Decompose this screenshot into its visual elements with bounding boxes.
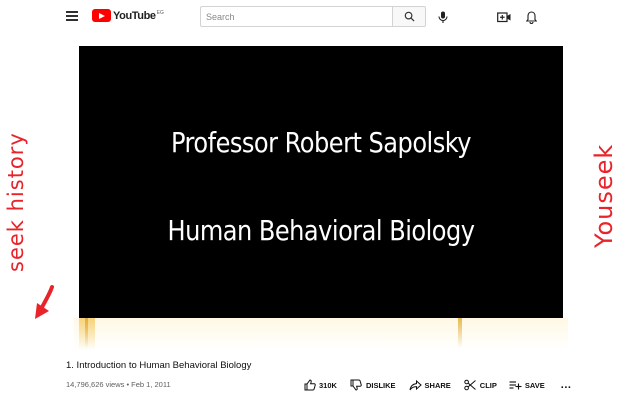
create-button[interactable] — [497, 10, 511, 24]
video-frame-title-line2: Human Behavioral Biology — [167, 214, 475, 247]
playlist-add-icon — [509, 379, 522, 392]
share-button[interactable]: SHARE — [409, 379, 451, 392]
video-frame-title-line1: Professor Robert Sapolsky — [170, 126, 472, 159]
mic-icon — [438, 11, 448, 23]
scissors-icon — [464, 379, 477, 392]
save-label: SAVE — [524, 380, 545, 390]
notifications-button[interactable] — [524, 9, 538, 25]
menu-icon[interactable] — [66, 11, 78, 21]
search-input[interactable] — [200, 6, 392, 27]
ambient-glow-right — [458, 318, 462, 348]
more-icon: ... — [560, 379, 572, 391]
thumbs-up-icon — [303, 379, 316, 392]
like-count: 310K — [319, 380, 337, 390]
search-button[interactable] — [392, 6, 426, 27]
dislike-button[interactable]: DISLIKE — [350, 379, 396, 392]
video-title: 1. Introduction to Human Behavioral Biol… — [66, 360, 252, 371]
dislike-label: DISLIKE — [365, 380, 396, 390]
bell-icon — [525, 10, 537, 24]
ambient-glow — [74, 318, 568, 350]
share-label: SHARE — [424, 380, 451, 390]
save-button[interactable]: SAVE — [509, 379, 545, 392]
clip-button[interactable]: CLIP — [464, 379, 497, 392]
video-meta: 14,796,626 views • Feb 1, 2011 — [66, 380, 171, 389]
seek-history-label: seek history — [4, 132, 28, 272]
voice-search-button[interactable] — [436, 9, 450, 25]
more-actions-button[interactable]: ... — [560, 379, 572, 391]
create-video-icon — [497, 12, 511, 23]
youtube-logo[interactable]: YouTube EG — [92, 9, 164, 23]
logo-country-code: EG — [156, 10, 164, 16]
thumbs-down-icon — [350, 379, 363, 392]
logo-text: YouTube — [113, 10, 156, 22]
search-icon — [404, 11, 415, 22]
ambient-glow-left — [79, 318, 95, 350]
video-actions: 310K DISLIKE SHARE CLIP SAVE ... — [300, 378, 571, 392]
clip-label: CLIP — [479, 380, 497, 390]
like-button[interactable]: 310K — [303, 379, 337, 392]
youseek-label: Youseek — [590, 143, 618, 248]
video-player[interactable]: Professor Robert Sapolsky Human Behavior… — [79, 46, 563, 318]
red-arrow-icon — [35, 285, 54, 319]
top-bar: YouTube EG — [0, 0, 640, 34]
share-icon — [409, 379, 422, 392]
youtube-logo-icon — [92, 9, 111, 22]
